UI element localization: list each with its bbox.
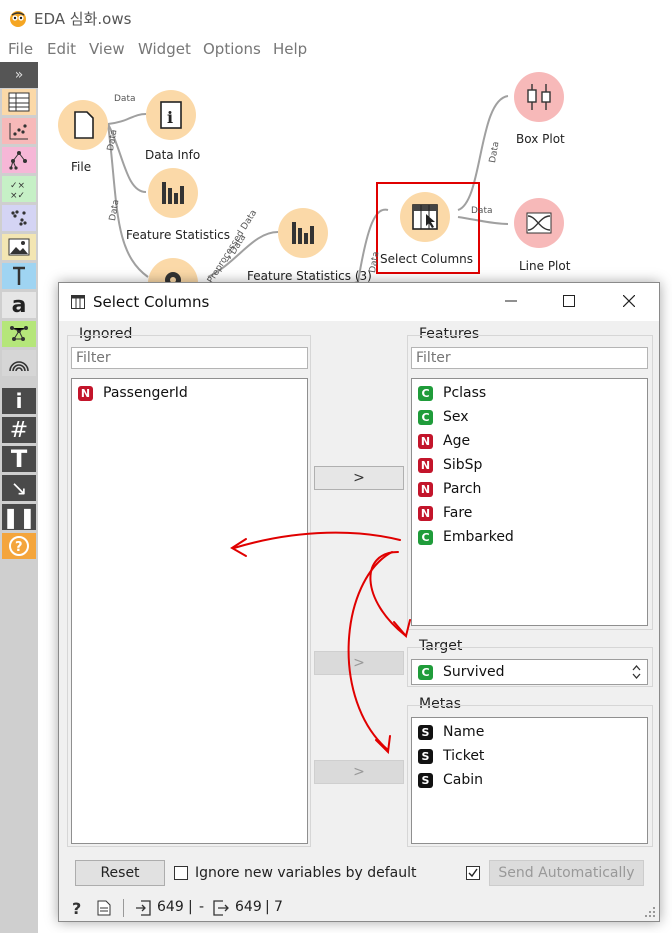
red-annotation-arrows <box>230 531 411 755</box>
